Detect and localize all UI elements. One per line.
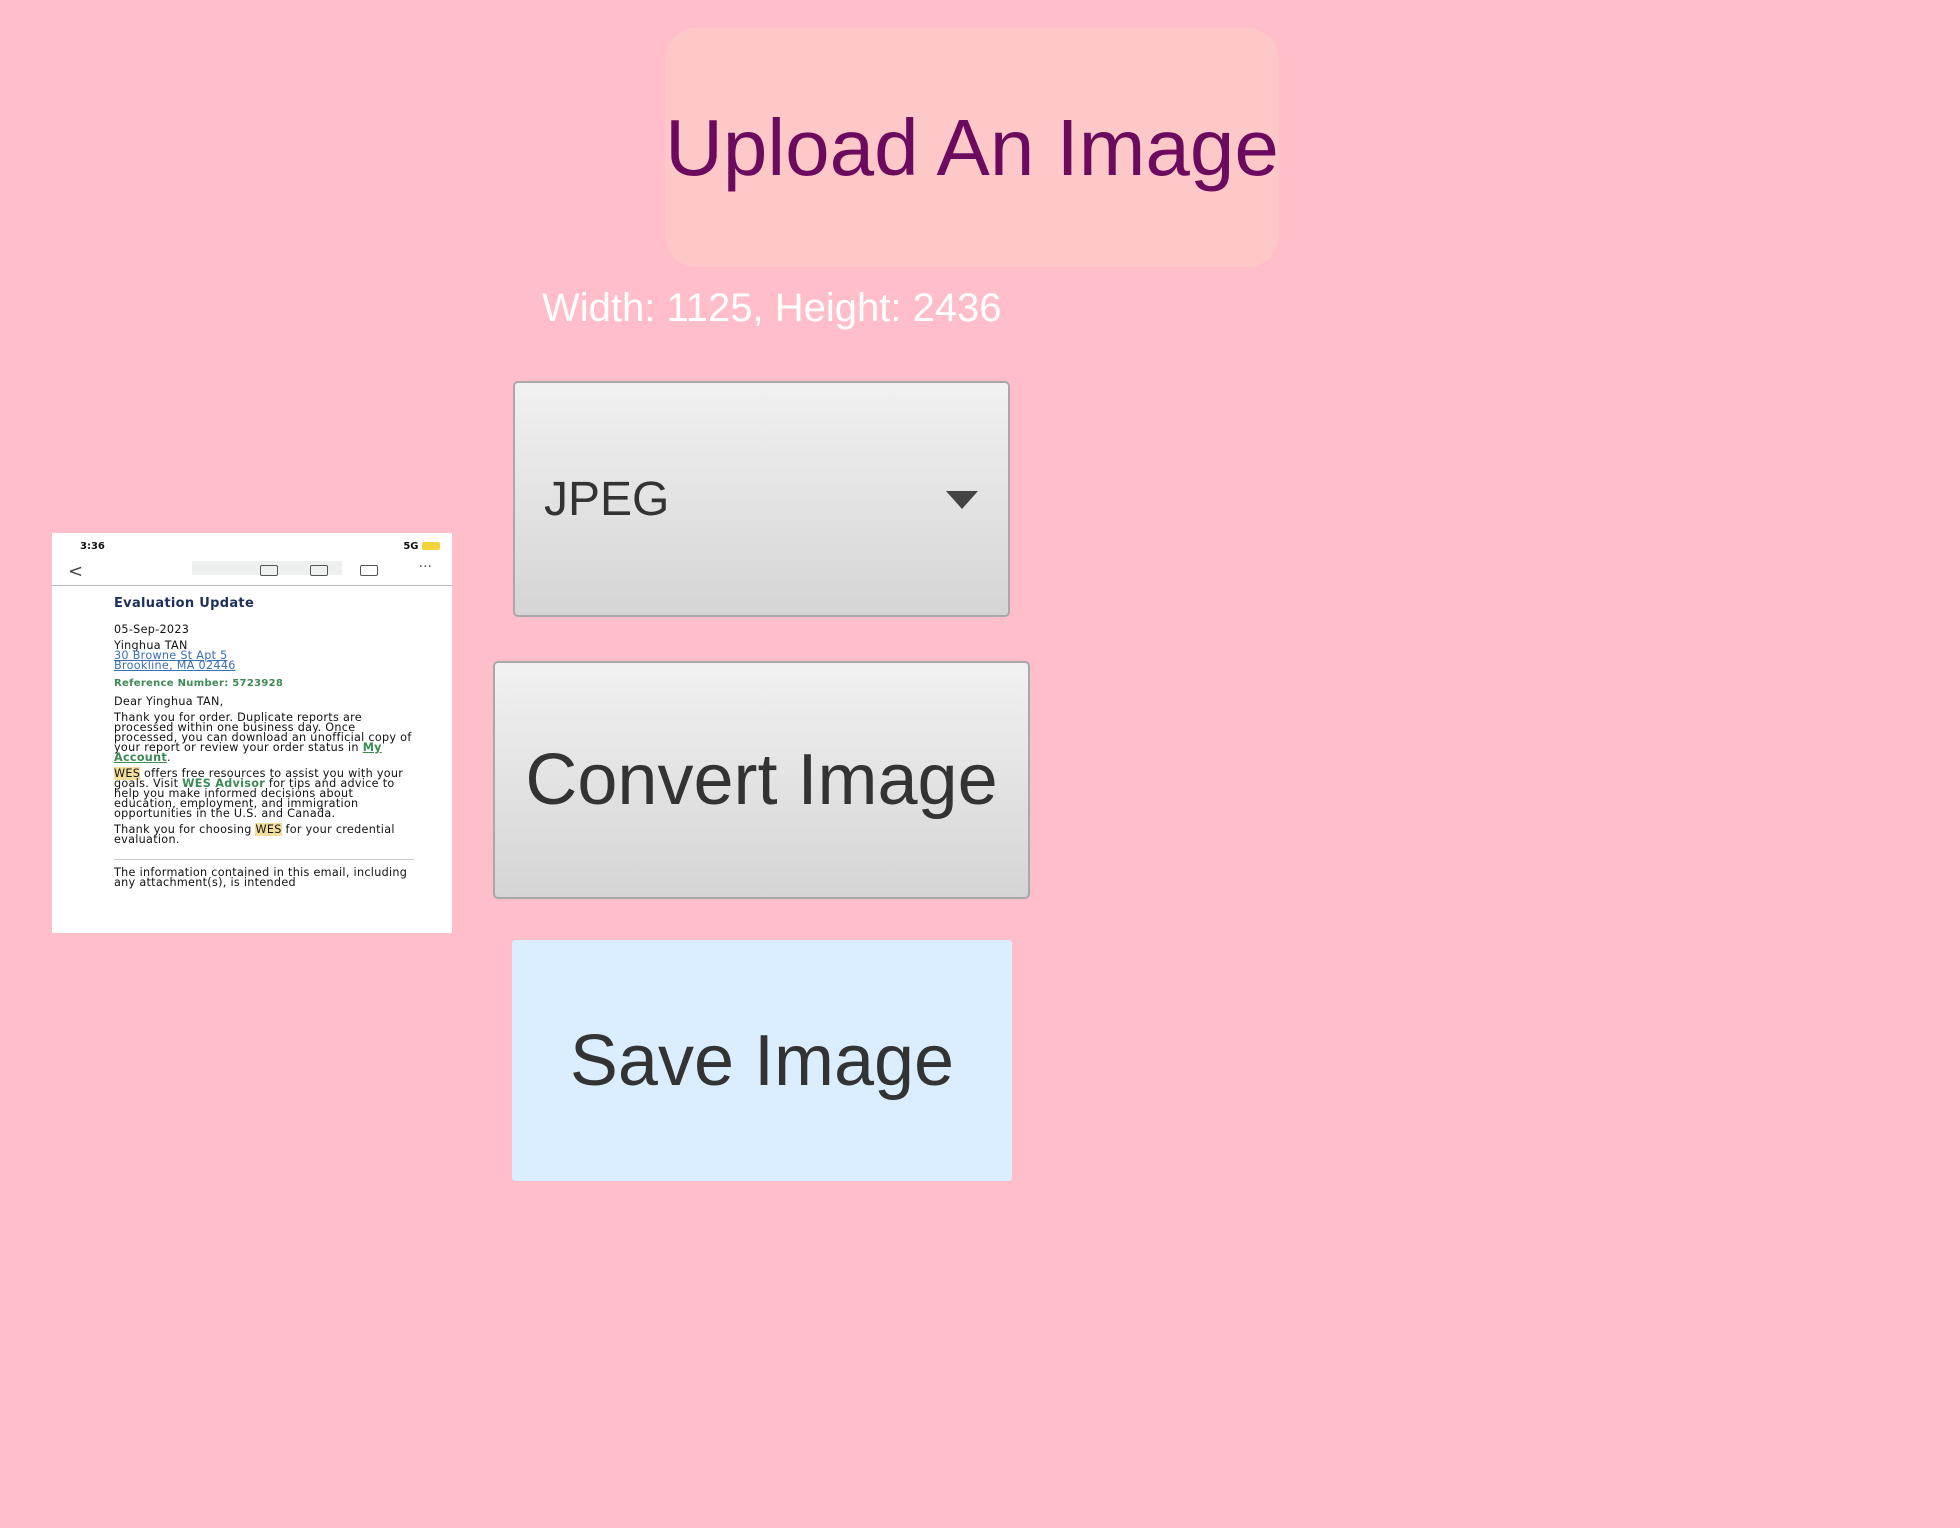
preview-status-bar: 3:36 5G (80, 541, 440, 555)
trash-icon (310, 565, 328, 576)
preview-email-title: Evaluation Update (114, 596, 255, 611)
more-icon: ··· (418, 559, 432, 575)
preview-greeting: Dear Yinghua TAN, (114, 695, 224, 708)
preview-address-line2: Brookline, MA 02446 (114, 659, 236, 672)
battery-icon (422, 542, 440, 550)
upload-image-button[interactable]: Upload An Image (665, 28, 1279, 267)
preview-status-time: 3:36 (80, 541, 105, 552)
image-dimensions-label: Width: 1125, Height: 2436 (542, 286, 1002, 330)
chevron-down-icon (946, 491, 978, 509)
preview-reference: Reference Number: 5723928 (114, 678, 284, 689)
back-icon: < (68, 561, 84, 582)
format-select-value: JPEG (544, 472, 670, 526)
format-select[interactable]: JPEG (513, 381, 1010, 617)
preview-mail-toolbar: < ··· (52, 557, 452, 586)
image-preview: 3:36 5G < ··· Evaluation Update 05-Sep-2… (52, 533, 452, 933)
add-icon (260, 565, 278, 576)
preview-paragraph-2: WES offers free resources to assist you … (114, 767, 414, 819)
preview-email-body: Evaluation Update 05-Sep-2023 Yinghua TA… (114, 596, 414, 894)
preview-wes-highlight-2: WES (255, 823, 282, 836)
convert-image-button[interactable]: Convert Image (493, 661, 1030, 899)
mail-icon (360, 565, 378, 576)
preview-status-icons: 5G (403, 541, 440, 552)
preview-paragraph-1: Thank you for order. Duplicate reports a… (114, 711, 412, 764)
preview-divider (114, 859, 414, 860)
preview-date: 05-Sep-2023 (114, 623, 190, 636)
preview-footer: The information contained in this email,… (114, 866, 408, 889)
preview-paragraph-3: Thank you for choosing WES for your cred… (114, 823, 414, 845)
network-label: 5G (403, 541, 419, 552)
save-image-button[interactable]: Save Image (512, 940, 1012, 1181)
